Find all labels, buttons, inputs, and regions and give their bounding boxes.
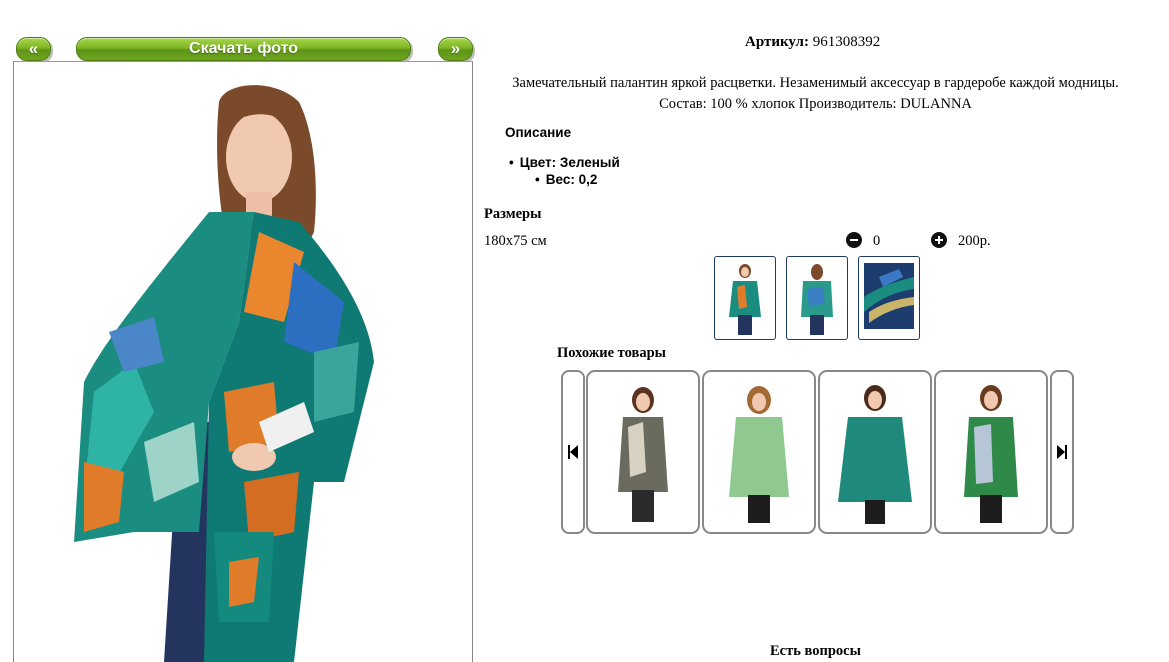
similar-products-title: Похожие товары (557, 345, 666, 361)
similar-product-2[interactable] (702, 370, 816, 534)
model-wearing-scarf-image (74, 85, 374, 662)
increase-quantity-button[interactable] (931, 232, 947, 248)
description-line-1: Замечательный палантин яркой расцветки. … (512, 75, 1119, 91)
article-value: 961308392 (812, 34, 881, 50)
download-photo-button[interactable]: Скачать фото (76, 37, 411, 61)
decrease-quantity-button[interactable] (846, 232, 862, 248)
carousel-next-button[interactable] (1050, 370, 1074, 534)
prev-photo-button[interactable]: « (16, 37, 51, 61)
skip-forward-icon (1057, 445, 1067, 459)
main-product-photo (13, 62, 473, 662)
weight-attribute: Вес: 0,2 (535, 172, 598, 187)
article-number: Артикул: 961308392 (745, 34, 880, 51)
sizes-title: Размеры (484, 206, 542, 222)
similar-product-4[interactable] (934, 370, 1048, 534)
description-line-2: Состав: 100 % хлопок Производитель: DULA… (659, 96, 972, 112)
quantity-value: 0 (873, 233, 881, 249)
similar-product-1[interactable] (586, 370, 700, 534)
product-description: Замечательный палантин яркой расцветки. … (478, 73, 1153, 115)
price-value: 200р. (958, 233, 991, 249)
carousel-prev-button[interactable] (561, 370, 585, 534)
thumbnail-front[interactable] (714, 256, 776, 340)
description-section-title: Описание (505, 125, 572, 140)
size-value: 180х75 см (484, 233, 547, 249)
skip-back-icon (568, 445, 578, 459)
thumbnail-fabric-detail[interactable] (858, 256, 920, 340)
article-label: Артикул: (745, 34, 809, 50)
similar-product-3[interactable] (818, 370, 932, 534)
next-photo-button[interactable]: » (438, 37, 473, 61)
thumbnail-back[interactable] (786, 256, 848, 340)
color-attribute: Цвет: Зеленый (509, 155, 620, 170)
